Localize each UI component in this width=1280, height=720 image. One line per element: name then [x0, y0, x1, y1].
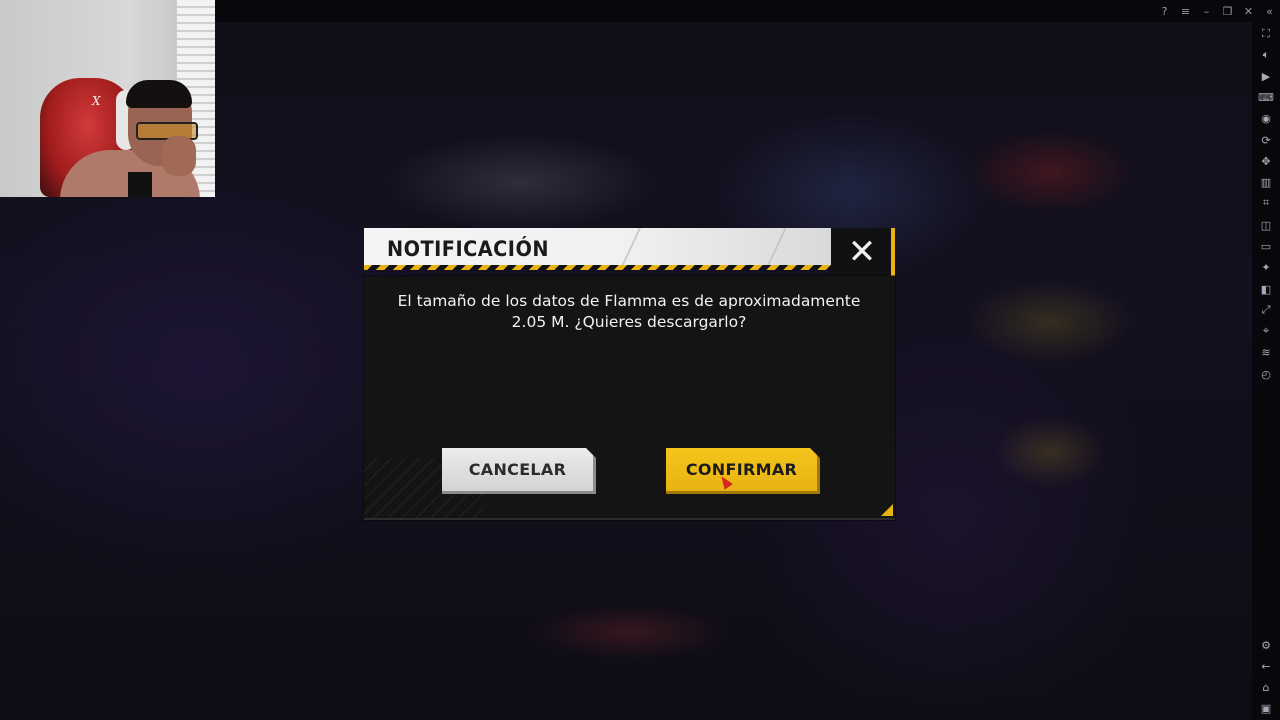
- streamer-hair: [126, 80, 192, 108]
- play-icon[interactable]: ◉: [1258, 110, 1274, 126]
- multi-instance-icon[interactable]: ◧: [1258, 281, 1274, 297]
- performance-icon[interactable]: ▥: [1258, 174, 1274, 190]
- sync-icon[interactable]: ⟳: [1258, 132, 1274, 148]
- chair-logo: X: [92, 94, 101, 108]
- fullscreen-icon[interactable]: ⛶: [1258, 26, 1274, 42]
- record-icon[interactable]: ◫: [1258, 217, 1274, 233]
- corner-accent: [881, 504, 893, 516]
- home-icon[interactable]: ⌂: [1258, 679, 1274, 695]
- restore-icon[interactable]: ❐: [1217, 0, 1238, 22]
- confirm-button[interactable]: CONFIRMAR: [666, 448, 820, 494]
- notification-dialog: NOTIFICACIÓN ✕ El tamaño de los datos de…: [364, 228, 895, 520]
- microphone: [128, 172, 152, 197]
- dialog-header: NOTIFICACIÓN: [364, 228, 831, 270]
- cancel-button[interactable]: CANCELAR: [442, 448, 596, 494]
- cancel-button-label: CANCELAR: [468, 460, 567, 479]
- button-notch: [586, 448, 596, 458]
- close-window-icon[interactable]: ✕: [1238, 0, 1259, 22]
- settings-icon[interactable]: ⚙: [1258, 637, 1274, 653]
- header-decoration: [619, 228, 831, 270]
- recent-apps-icon[interactable]: ▣: [1258, 700, 1274, 716]
- macro-icon[interactable]: ◴: [1258, 366, 1274, 382]
- emulator-sidebar: ⛶ 🔈︎ ▶ ⌨ ◉ ⟳ ✥ ▥ ⌗ ◫ ▭ ✦ ◧ ⤢ ⌖ ≋ ◴ ⚙ ← ⌂…: [1252, 22, 1280, 720]
- help-icon[interactable]: ?: [1154, 0, 1175, 22]
- collapse-sidebar-icon[interactable]: «: [1259, 0, 1280, 22]
- location-icon[interactable]: ⌖: [1258, 323, 1274, 339]
- keyboard-icon[interactable]: ⌨: [1258, 89, 1274, 105]
- dialog-message: El tamaño de los datos de Flamma es de a…: [397, 292, 861, 331]
- dialog-title: NOTIFICACIÓN: [387, 237, 549, 261]
- folder-icon[interactable]: ▭: [1258, 238, 1274, 254]
- webcam-overlay: X: [0, 0, 215, 197]
- screenshot-icon[interactable]: ⌗: [1258, 195, 1274, 211]
- window-controls: ? ≡ – ❐ ✕ «: [1154, 0, 1280, 22]
- confirm-button-label: CONFIRMAR: [685, 460, 798, 479]
- back-icon[interactable]: ←: [1258, 658, 1274, 674]
- layers-icon[interactable]: ≋: [1258, 344, 1274, 360]
- minimize-icon[interactable]: –: [1196, 0, 1217, 22]
- gamepad-icon[interactable]: ✥: [1258, 153, 1274, 169]
- streamer-hand: [162, 136, 196, 176]
- menu-icon[interactable]: ≡: [1175, 0, 1196, 22]
- install-icon[interactable]: ✦: [1258, 259, 1274, 275]
- button-notch: [810, 448, 820, 458]
- video-icon[interactable]: ▶: [1258, 68, 1274, 84]
- volume-icon[interactable]: 🔈︎: [1258, 47, 1274, 63]
- hazard-stripe: [364, 265, 831, 270]
- rotate-icon[interactable]: ⤢: [1258, 302, 1274, 318]
- close-icon[interactable]: ✕: [844, 234, 880, 270]
